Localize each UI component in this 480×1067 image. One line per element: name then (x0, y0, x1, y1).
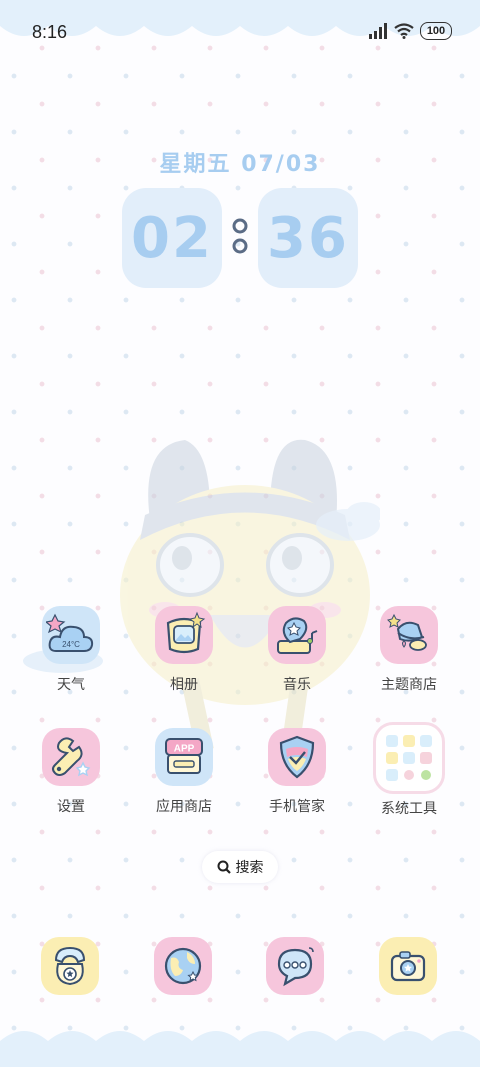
app-gallery[interactable]: 相册 (139, 606, 229, 694)
app-label-weather: 天气 (57, 677, 85, 693)
battery-indicator: 100 (420, 22, 452, 40)
app-label-phone-manager: 手机管家 (269, 799, 325, 815)
app-settings[interactable]: 设置 (26, 728, 116, 816)
app-system-tools-folder[interactable]: 系统工具 (364, 722, 454, 818)
app-label-settings: 设置 (57, 799, 85, 815)
search-button[interactable]: 搜索 (202, 851, 278, 883)
dock-phone-button[interactable] (41, 937, 99, 995)
clock-hours[interactable]: 02 (122, 188, 222, 288)
wifi-icon (394, 23, 414, 39)
app-phone-manager[interactable]: 手机管家 (252, 728, 342, 816)
phone-icon (54, 946, 86, 986)
app-label-theme-store: 主题商店 (381, 677, 437, 693)
system-tools-folder-icon (373, 722, 445, 794)
search-label: 搜索 (235, 860, 264, 876)
clock-separator (232, 218, 248, 254)
phone-manager-icon (268, 728, 326, 786)
app-weather[interactable]: 24°C 天气 (26, 606, 116, 694)
music-icon (268, 606, 326, 664)
app-theme-store[interactable]: 主题商店 (364, 606, 454, 694)
clock-date: 星期五 07/03 (159, 152, 321, 177)
browser-globe-icon (164, 947, 202, 985)
dock-messages-button[interactable] (266, 937, 324, 995)
bottom-scallop-border (0, 1031, 480, 1067)
theme-store-icon (380, 606, 438, 664)
dock-browser-button[interactable] (154, 937, 212, 995)
clock-minutes[interactable]: 36 (258, 188, 358, 288)
mascot-wallpaper-illustration (120, 439, 380, 752)
gallery-icon (155, 606, 213, 664)
weather-temp: 24°C (62, 640, 80, 649)
app-music[interactable]: 音乐 (252, 606, 342, 694)
app-app-store[interactable]: APP 应用商店 (139, 728, 229, 816)
settings-icon (42, 728, 100, 786)
camera-icon (390, 951, 426, 982)
status-icons: 100 (368, 22, 452, 40)
app-label-gallery: 相册 (170, 677, 198, 693)
status-bar: 8:16 100 (0, 0, 480, 64)
app-store-badge: APP (174, 744, 195, 755)
app-store-icon: APP (155, 728, 213, 786)
app-label-system-tools: 系统工具 (381, 801, 437, 817)
app-label-app-store: 应用商店 (156, 799, 212, 815)
dock-camera-button[interactable] (379, 937, 437, 995)
cellular-signal-icon (369, 23, 387, 39)
weather-icon: 24°C (42, 606, 100, 664)
messages-icon (277, 947, 314, 987)
app-label-music: 音乐 (283, 677, 311, 693)
status-time: 8:16 (32, 22, 68, 42)
search-icon (217, 860, 231, 874)
